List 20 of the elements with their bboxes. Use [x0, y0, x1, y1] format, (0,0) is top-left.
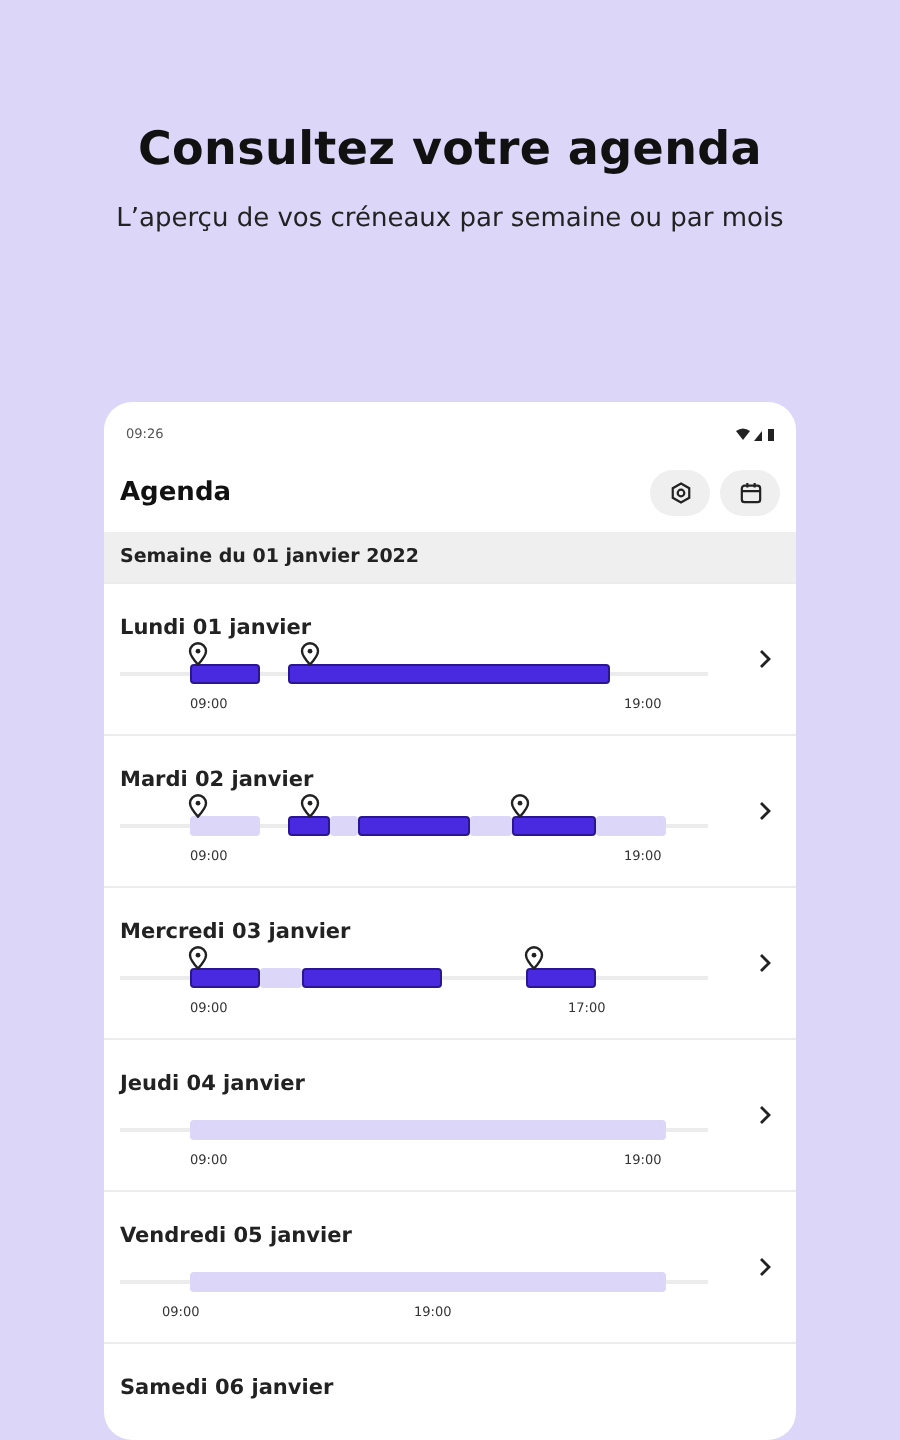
chevron-right-icon[interactable] — [758, 1256, 772, 1278]
day-label: Vendredi 05 janvier — [120, 1224, 352, 1248]
chevron-right-icon[interactable] — [758, 1104, 772, 1126]
day-label: Jeudi 04 janvier — [120, 1072, 305, 1096]
status-icons — [736, 427, 776, 441]
settings-icon — [669, 482, 691, 504]
settings-button[interactable] — [650, 470, 710, 516]
day-label: Mercredi 03 janvier — [120, 920, 351, 944]
calendar-icon — [739, 482, 761, 504]
day-label: Samedi 06 janvier — [120, 1376, 334, 1400]
subtitle: L’aperçu de vos créneaux par semaine ou par mois — [116, 204, 784, 234]
day-label: Lundi 01 janvier — [120, 616, 312, 640]
calendar-button[interactable] — [720, 470, 780, 516]
screen-title: Agenda — [120, 478, 234, 508]
chevron-right-icon[interactable] — [758, 800, 772, 822]
chevron-right-icon[interactable] — [758, 648, 772, 670]
day-label: Mardi 02 janvier — [120, 768, 314, 792]
chevron-right-icon[interactable] — [758, 952, 772, 974]
headline: Consultez votre agenda — [137, 124, 763, 176]
week-header: Semaine du 01 janvier 2022 — [104, 532, 796, 582]
